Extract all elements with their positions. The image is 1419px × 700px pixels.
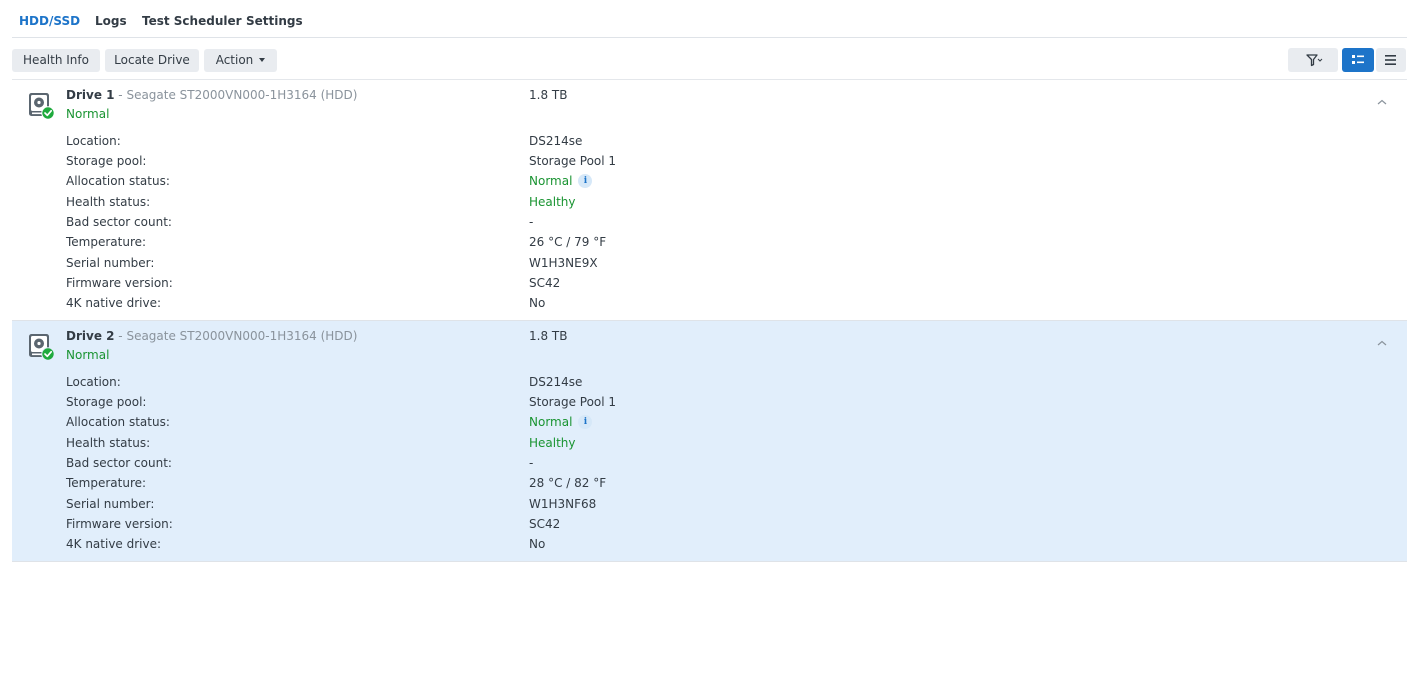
- bad-sector-count-value: -: [529, 456, 534, 470]
- bad-sector-count-value: -: [529, 215, 534, 229]
- native-4k-label: 4K native drive:: [66, 537, 162, 551]
- health-status-label: Health status:: [66, 436, 151, 450]
- drive-name: Drive 2: [66, 329, 115, 343]
- tab-logs[interactable]: Logs: [95, 14, 127, 28]
- storage-pool-label: Storage pool:: [66, 154, 147, 168]
- caret-down-icon: [259, 57, 266, 62]
- filter-icon: [1306, 54, 1323, 67]
- drive-title-separator: -: [114, 329, 127, 343]
- location-label: Location:: [66, 134, 121, 148]
- card-view-icon: [1352, 55, 1364, 64]
- allocation-status-text: Normal: [529, 174, 573, 188]
- list-view-icon: [1385, 55, 1396, 65]
- allocation-status-value: Normal i: [529, 173, 593, 189]
- chevron-up-icon[interactable]: [1376, 339, 1388, 347]
- drive-model: Seagate ST2000VN000-1H3164 (HDD): [126, 88, 358, 102]
- location-value: DS214se: [529, 134, 583, 148]
- tab-bar: HDD/SSD Logs Test Scheduler Settings: [12, 0, 1407, 38]
- action-label: Action: [215, 53, 254, 67]
- list-view-button[interactable]: [1376, 48, 1406, 72]
- drive-title: Drive 2 - Seagate ST2000VN000-1H3164 (HD…: [66, 329, 357, 343]
- filter-button[interactable]: [1288, 48, 1338, 72]
- temperature-label: Temperature:: [66, 235, 147, 249]
- health-status-value: Healthy: [529, 436, 576, 450]
- drive-title-separator: -: [114, 88, 127, 102]
- drive-name: Drive 1: [66, 88, 115, 102]
- firmware-version-value: SC42: [529, 517, 561, 531]
- native-4k-value: No: [529, 537, 546, 551]
- health-info-label: Health Info: [23, 53, 89, 67]
- card-view-button[interactable]: [1342, 48, 1374, 72]
- chevron-up-icon[interactable]: [1376, 98, 1388, 106]
- storage-pool-value: Storage Pool 1: [529, 395, 617, 409]
- drive-model: Seagate ST2000VN000-1H3164 (HDD): [126, 329, 358, 343]
- temperature-value: 28 °C / 82 °F: [529, 476, 607, 490]
- locate-drive-button[interactable]: Locate Drive: [105, 49, 199, 72]
- firmware-version-value: SC42: [529, 276, 561, 290]
- firmware-version-label: Firmware version:: [66, 517, 173, 531]
- hdd-healthy-icon: [29, 334, 55, 361]
- location-label: Location:: [66, 375, 121, 389]
- firmware-version-label: Firmware version:: [66, 276, 173, 290]
- serial-number-label: Serial number:: [66, 497, 155, 511]
- temperature-value: 26 °C / 79 °F: [529, 235, 607, 249]
- drive-card-1[interactable]: Drive 1 - Seagate ST2000VN000-1H3164 (HD…: [12, 80, 1407, 321]
- allocation-status-label: Allocation status:: [66, 415, 170, 429]
- health-status-value: Healthy: [529, 195, 576, 209]
- bad-sector-count-label: Bad sector count:: [66, 215, 172, 229]
- drive-capacity: 1.8 TB: [529, 88, 568, 102]
- health-info-button[interactable]: Health Info: [12, 49, 100, 72]
- info-icon[interactable]: i: [578, 415, 593, 429]
- action-dropdown-button[interactable]: Action: [204, 49, 277, 72]
- tab-test-scheduler[interactable]: Test Scheduler: [142, 14, 242, 28]
- tab-hdd-ssd[interactable]: HDD/SSD: [19, 14, 80, 28]
- bad-sector-count-label: Bad sector count:: [66, 456, 172, 470]
- drive-capacity: 1.8 TB: [529, 329, 568, 343]
- storage-pool-value: Storage Pool 1: [529, 154, 617, 168]
- drive-status: Normal: [66, 107, 110, 121]
- allocation-status-value: Normal i: [529, 414, 593, 430]
- locate-drive-label: Locate Drive: [114, 53, 190, 67]
- native-4k-value: No: [529, 296, 546, 310]
- info-icon[interactable]: i: [578, 174, 593, 188]
- serial-number-value: W1H3NE9X: [529, 256, 598, 270]
- allocation-status-text: Normal: [529, 415, 573, 429]
- drive-status: Normal: [66, 348, 110, 362]
- drive-title: Drive 1 - Seagate ST2000VN000-1H3164 (HD…: [66, 88, 357, 102]
- health-status-label: Health status:: [66, 195, 151, 209]
- drive-card-2[interactable]: Drive 2 - Seagate ST2000VN000-1H3164 (HD…: [12, 321, 1407, 562]
- allocation-status-label: Allocation status:: [66, 174, 170, 188]
- location-value: DS214se: [529, 375, 583, 389]
- serial-number-value: W1H3NF68: [529, 497, 597, 511]
- serial-number-label: Serial number:: [66, 256, 155, 270]
- hdd-healthy-icon: [29, 93, 55, 120]
- tab-settings[interactable]: Settings: [246, 14, 303, 28]
- native-4k-label: 4K native drive:: [66, 296, 162, 310]
- storage-pool-label: Storage pool:: [66, 395, 147, 409]
- temperature-label: Temperature:: [66, 476, 147, 490]
